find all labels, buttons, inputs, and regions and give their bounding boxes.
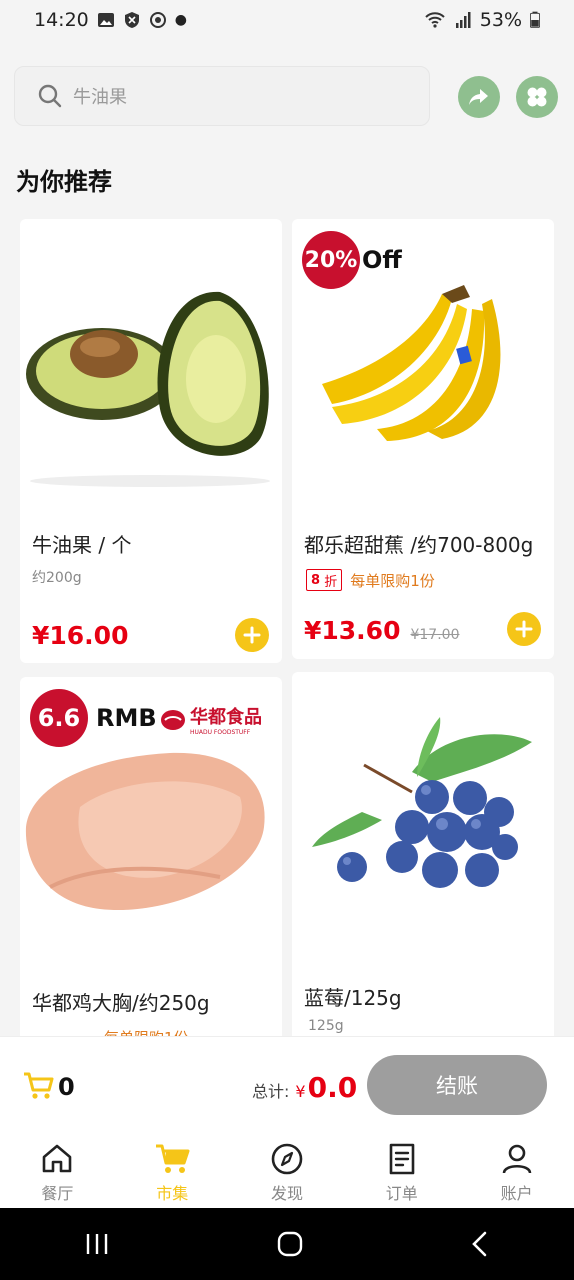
current-price: ¥13.60 (304, 616, 401, 645)
battery-percent: 53% (479, 9, 522, 31)
home-icon (43, 1144, 72, 1173)
system-nav-bar (0, 1208, 574, 1280)
original-price: ¥17.00 (410, 627, 460, 643)
home-nav-icon[interactable] (277, 1231, 303, 1257)
status-bar: 14:20 ● 53% (0, 0, 574, 40)
cart-bar: 0 总计: ¥ 0.0 结账 (0, 1036, 574, 1131)
plus-icon (243, 626, 261, 644)
product-name: 华都鸡大胸/约250g (32, 991, 210, 1015)
compass-icon (271, 1143, 303, 1175)
price-badge-circle: 6.6 (30, 689, 88, 747)
tab-label: 餐厅 (41, 1184, 74, 1203)
discount-badge-off: Off (362, 246, 402, 274)
bottom-tab-bar: 餐厅 市集 发现 订单 账户 (0, 1130, 574, 1208)
share-button[interactable] (458, 76, 500, 118)
cart-total: 总计: ¥ 0.0 (252, 1071, 357, 1104)
tab-discover[interactable]: 发现 (230, 1130, 345, 1208)
total-currency: ¥ (295, 1082, 306, 1101)
tab-market[interactable]: 市集 (115, 1130, 230, 1208)
gallery-icon (97, 13, 114, 27)
brand-mark-icon (161, 709, 185, 730)
brand-text: 华都食品 HUADU FOODSTUFF (190, 703, 262, 736)
status-time: 14:20 (34, 9, 89, 31)
tab-label: 账户 (500, 1184, 533, 1203)
discount-value: 8 (311, 572, 321, 588)
purchase-limit: 每单限购1份 (350, 571, 435, 590)
status-left: 14:20 ● (34, 9, 187, 31)
clover-icon (527, 87, 547, 107)
apps-button[interactable] (516, 76, 558, 118)
total-value: 0.0 (307, 1071, 358, 1104)
cart-count: 0 (58, 1073, 75, 1101)
shield-icon (124, 12, 139, 28)
user-icon (502, 1144, 531, 1174)
back-icon[interactable] (470, 1231, 490, 1257)
search-placeholder: 牛油果 (73, 87, 127, 108)
discount-badge-circle: 20% (302, 231, 360, 289)
promo-row: 8 折 每单限购1份 (306, 569, 435, 591)
checkout-button[interactable]: 结账 (367, 1055, 547, 1115)
tab-orders[interactable]: 订单 (344, 1130, 459, 1208)
product-card-avocado[interactable]: 牛油果 / 个 约200g ¥16.00 (20, 219, 282, 663)
section-title: 为你推荐 (16, 168, 112, 196)
brand-name-cn: 华都食品 (190, 707, 262, 728)
price-badge: 6.6 RMB (30, 689, 157, 747)
tab-label: 发现 (270, 1184, 303, 1203)
product-price: ¥13.60 ¥17.00 (304, 616, 459, 645)
product-card-blueberry[interactable]: 蓝莓/125g 125g (292, 672, 554, 1092)
avocado-image (26, 291, 270, 487)
brand-name-en: HUADU FOODSTUFF (190, 729, 251, 736)
tab-restaurant[interactable]: 餐厅 (0, 1130, 115, 1208)
signal-icon (455, 12, 471, 28)
status-right: 53% (424, 9, 540, 31)
share-icon (469, 89, 488, 105)
wifi-icon (425, 12, 445, 28)
product-card-chicken[interactable]: 6.6 RMB 华都食品 HUADU FOODSTUFF 华都鸡大胸/约250g… (20, 677, 282, 1097)
order-icon (389, 1143, 415, 1175)
notification-dot: ● (174, 12, 187, 28)
recent-apps-icon[interactable] (84, 1232, 110, 1256)
add-to-cart-button[interactable] (507, 612, 541, 646)
cart-icon (156, 1144, 190, 1173)
battery-icon (530, 11, 540, 28)
tab-label: 市集 (156, 1184, 189, 1203)
tab-account[interactable]: 账户 (459, 1130, 574, 1208)
tab-label: 订单 (385, 1184, 418, 1203)
discount-unit: 折 (324, 574, 338, 590)
discount-badge-pct: 20% (304, 247, 358, 273)
shopping-cart-icon[interactable] (22, 1071, 54, 1101)
brand-logo: 华都食品 HUADU FOODSTUFF (160, 703, 262, 736)
add-to-cart-button[interactable] (235, 618, 269, 652)
search-icon (38, 84, 62, 108)
product-price: ¥16.00 (32, 621, 129, 650)
product-card-banana[interactable]: 20% Off 都乐超甜蕉 /约700-800g 8 折 每单限购1份 ¥13.… (292, 219, 554, 659)
search-input[interactable]: 牛油果 (14, 66, 430, 126)
search-row: 牛油果 (14, 66, 560, 128)
product-weight: 约200g (32, 570, 82, 586)
product-name: 牛油果 / 个 (32, 533, 132, 557)
discount-badge: 20% Off (302, 231, 402, 289)
plus-icon (515, 620, 533, 638)
discount-tag: 8 折 (306, 569, 343, 591)
price-badge-value: 6.6 (37, 704, 81, 732)
sync-icon (149, 12, 166, 28)
product-name: 都乐超甜蕉 /约700-800g (304, 533, 534, 557)
blueberry-image (312, 717, 532, 888)
total-label: 总计: (252, 1082, 290, 1101)
product-name: 蓝莓/125g (304, 986, 402, 1010)
price-badge-unit: RMB (96, 704, 157, 732)
product-weight: 125g (308, 1018, 344, 1034)
